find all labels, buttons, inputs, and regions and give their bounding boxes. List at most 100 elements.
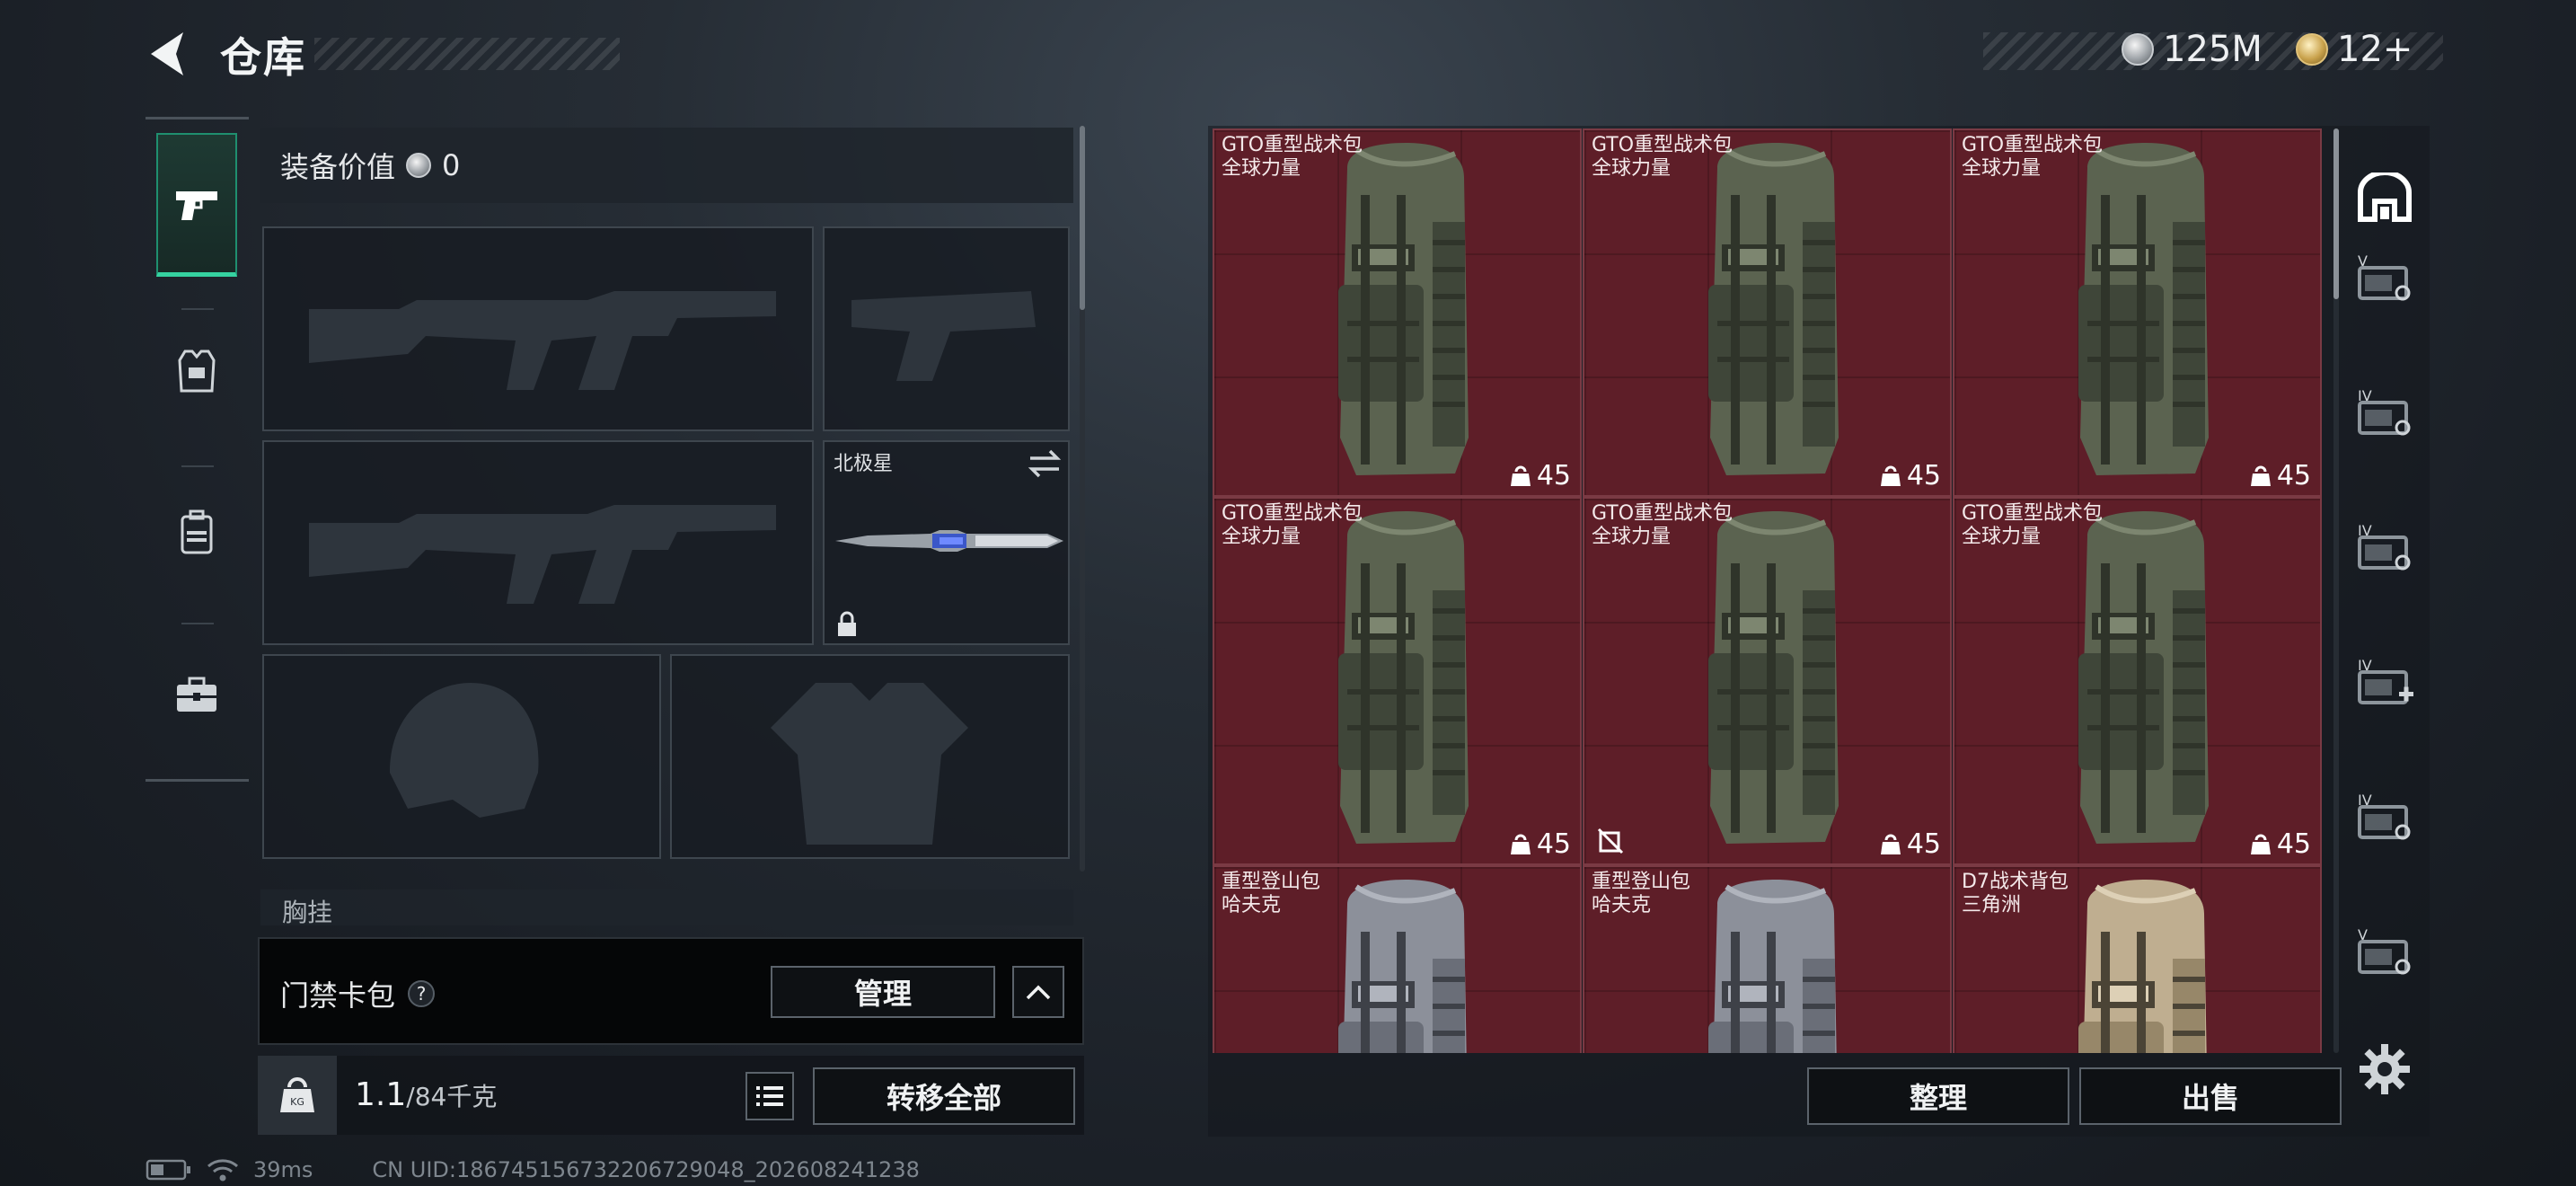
medical-box-icon: IV	[2358, 657, 2413, 704]
tab-level-label: IV	[2358, 657, 2372, 674]
expand-button[interactable]	[1012, 966, 1064, 1018]
melee-item-name: 北极星	[834, 453, 894, 475]
silver-amount: 125M	[2163, 29, 2263, 70]
item-source: 全球力量	[1962, 157, 2042, 180]
item-capacity: 45	[1510, 828, 1571, 860]
stash-item-cell[interactable]: GTO重型战术包 全球力量 45	[1213, 128, 1582, 497]
sell-button[interactable]: 出售	[2079, 1067, 2342, 1125]
storage-box-icon: IV	[2358, 387, 2411, 436]
stash-tab-4[interactable]: IV	[2349, 512, 2421, 584]
backpack-item-icon	[2078, 143, 2209, 475]
stash-tab-6[interactable]: IV	[2349, 782, 2421, 854]
currency-gold[interactable]: 12+	[2296, 29, 2413, 70]
item-capacity-value: 45	[1906, 460, 1941, 491]
helmet-slot[interactable]	[262, 654, 661, 859]
backpack-item-icon	[1338, 511, 1469, 844]
keycard-label: 门禁卡包	[280, 978, 396, 1013]
stash-item-cell[interactable]: GTO重型战术包 全球力量 45	[1583, 497, 1952, 865]
weight-icon-box: KG	[258, 1056, 337, 1135]
ping-value: 39ms	[253, 1157, 313, 1182]
backpack-icon	[181, 509, 213, 554]
stash-tab-main[interactable]	[2349, 162, 2421, 234]
capacity-bag-icon	[1880, 834, 1901, 854]
item-name: GTO重型战术包	[1592, 134, 1734, 156]
status-bar: 39ms CN UID:186745156732206729048_202608…	[146, 1157, 920, 1182]
item-capacity-value: 45	[2276, 460, 2311, 491]
nav-tab-armor[interactable]	[156, 299, 237, 443]
body-armor-slot[interactable]	[670, 654, 1070, 859]
item-name: D7战术背包	[1962, 871, 2069, 893]
item-capacity: 45	[1880, 460, 1941, 491]
tab-level-label: IV	[2358, 387, 2372, 404]
stash-tab-5[interactable]: IV	[2349, 647, 2421, 719]
chest-rig-label: 胸挂	[282, 898, 333, 925]
helmet-silhouette-icon	[390, 683, 539, 818]
nav-tab-backpack[interactable]	[156, 461, 237, 605]
knife-icon	[835, 530, 1063, 552]
rifle-silhouette-icon	[309, 505, 776, 604]
armor-silhouette-icon	[771, 683, 968, 845]
backpack-item-icon	[1708, 880, 1837, 1053]
primary-weapon-slot[interactable]	[262, 226, 814, 431]
stash-item-cell[interactable]: GTO重型战术包 全球力量 45	[1583, 128, 1952, 497]
stash-grid: GTO重型战术包 全球力量 45 GTO重型战术包 全球力量 45 GTO重型战术包 全球力量…	[1213, 128, 2325, 1053]
rifle-silhouette-icon	[309, 291, 776, 390]
chest-rig-section-header: 胸挂	[260, 890, 1073, 925]
stash-item-cell[interactable]: D7战术背包 三角洲	[1953, 865, 2322, 1053]
help-icon[interactable]: ?	[408, 980, 436, 1007]
stash-tab-3[interactable]: IV	[2349, 377, 2421, 449]
nav-tab-weapons[interactable]	[156, 133, 237, 277]
item-name: GTO重型战术包	[1962, 134, 2104, 156]
transfer-all-button[interactable]: 转移全部	[813, 1067, 1075, 1125]
left-nav	[146, 117, 249, 782]
stash-tab-2[interactable]: V	[2349, 243, 2421, 314]
stash-tab-7[interactable]: V	[2349, 916, 2421, 988]
user-uid: CN UID:186745156732206729048_20260824123…	[372, 1157, 920, 1182]
silver-coin-icon	[406, 153, 432, 178]
stash-item-cell[interactable]: GTO重型战术包 全球力量 45	[1953, 497, 2322, 865]
stash-item-cell[interactable]: GTO重型战术包 全球力量 45	[1213, 497, 1582, 865]
storage-box-icon: IV	[2358, 522, 2411, 571]
weight-current: 1.1	[355, 1076, 407, 1113]
svg-text:KG: KG	[290, 1096, 304, 1108]
item-name: 重型登山包	[1222, 871, 1321, 893]
stash-scroll-thumb[interactable]	[2333, 128, 2339, 299]
loadout-scroll-thumb[interactable]	[1080, 126, 1085, 310]
secondary-weapon-slot[interactable]	[262, 440, 814, 645]
item-source: 全球力量	[1222, 526, 1301, 548]
nav-tab-case[interactable]	[156, 623, 237, 766]
gold-amount: 12+	[2337, 29, 2413, 70]
wifi-icon	[207, 1159, 238, 1182]
item-name: 重型登山包	[1592, 871, 1691, 893]
sort-button[interactable]: 整理	[1807, 1067, 2069, 1125]
stash-item-cell[interactable]: 重型登山包 哈夫克	[1213, 865, 1582, 1053]
tab-level-label: V	[2358, 926, 2368, 943]
pistol-icon	[176, 190, 217, 220]
list-icon	[756, 1086, 783, 1106]
page-title: 仓库	[220, 33, 306, 82]
sidearm-slot[interactable]	[823, 226, 1070, 431]
list-view-button[interactable]	[745, 1072, 794, 1120]
title-hatch-decoration	[314, 38, 620, 70]
gold-coin-icon	[2296, 33, 2328, 66]
item-capacity-value: 45	[2276, 828, 2311, 860]
currency-silver[interactable]: 125M	[2122, 29, 2263, 70]
item-source: 全球力量	[1962, 526, 2042, 548]
capacity-bag-icon	[2250, 465, 2271, 486]
tab-level-label: IV	[2358, 522, 2372, 539]
backpack-item-icon	[1708, 511, 1839, 844]
manage-button[interactable]: 管理	[771, 966, 995, 1018]
capacity-bag-icon	[1510, 465, 1531, 486]
item-source: 哈夫克	[1592, 894, 1652, 916]
swap-arrows-icon[interactable]	[1027, 447, 1063, 480]
storage-box-icon: IV	[2358, 792, 2411, 840]
item-name: GTO重型战术包	[1222, 502, 1363, 525]
weight-max: /84千克	[406, 1082, 498, 1111]
back-button[interactable]	[144, 27, 198, 81]
item-source: 三角洲	[1962, 894, 2022, 916]
stash-item-cell[interactable]: 重型登山包 哈夫克	[1583, 865, 1952, 1053]
stash-item-cell[interactable]: GTO重型战术包 全球力量 45	[1953, 128, 2322, 497]
item-name: GTO重型战术包	[1592, 502, 1734, 525]
melee-slot[interactable]: 北极星	[823, 440, 1070, 645]
settings-button[interactable]	[2358, 1042, 2412, 1096]
